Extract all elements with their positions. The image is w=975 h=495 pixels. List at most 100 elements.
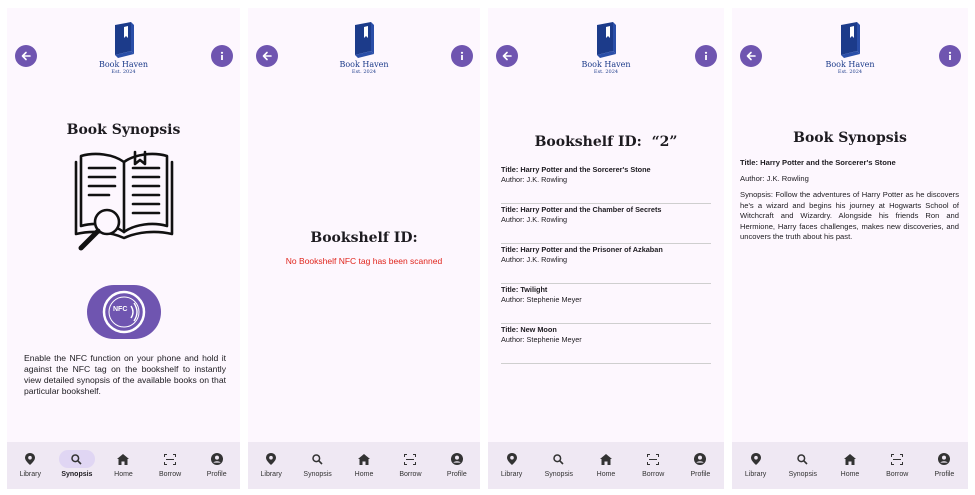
nav-profile-label: Profile <box>690 471 711 478</box>
bottom-nav: Library Synopsis Home Borrow Profile <box>248 442 480 489</box>
brand-established: Est. 2024 <box>593 69 619 75</box>
nav-borrow-label: Borrow <box>886 471 909 478</box>
bottom-nav: Library Synopsis Home Borrow Profile <box>732 442 968 489</box>
brand-name: Book Haven <box>98 60 149 69</box>
nav-library[interactable]: Library <box>732 442 779 489</box>
nfc-instructions: Enable the NFC function on your phone an… <box>24 353 226 396</box>
book-title: Title: Harry Potter and the Prisoner of … <box>501 245 663 254</box>
info-icon <box>460 51 464 60</box>
nfc-label: NFC <box>113 306 128 313</box>
app-logo: Book Haven Est. 2024 <box>334 21 394 75</box>
nav-synopsis[interactable]: Synopsis <box>535 442 582 489</box>
back-button[interactable] <box>740 45 762 67</box>
info-button[interactable] <box>939 45 961 67</box>
nav-home-label: Home <box>840 471 860 478</box>
nav-library-label: Library <box>744 471 767 478</box>
back-button[interactable] <box>15 45 37 67</box>
app-logo: Book Haven Est. 2024 <box>820 21 880 75</box>
book-title: Title: New Moon <box>501 325 557 334</box>
nav-library[interactable]: Library <box>488 442 535 489</box>
scan-icon <box>164 453 177 465</box>
arrow-left-icon <box>262 51 272 61</box>
nav-profile-label: Profile <box>206 471 227 478</box>
location-pin-icon <box>506 453 517 465</box>
page-title: Bookshelf ID: <box>310 230 418 246</box>
nav-synopsis-label: Synopsis <box>788 471 817 478</box>
nav-home[interactable]: Home <box>826 442 873 489</box>
synopsis-nfc-screen: Book Haven Est. 2024 Book Synopsis NFC E… <box>7 8 240 489</box>
brand-name: Book Haven <box>581 60 631 69</box>
nav-home[interactable]: Home <box>341 442 387 489</box>
home-icon <box>358 453 371 465</box>
home-icon <box>117 453 130 465</box>
book-logo-icon <box>597 22 616 58</box>
nav-borrow[interactable]: Borrow <box>630 442 677 489</box>
nav-profile-label: Profile <box>446 471 467 478</box>
arrow-left-icon <box>746 51 756 61</box>
info-button[interactable] <box>695 45 717 67</box>
book-title: Title: Harry Potter and the Chamber of S… <box>501 205 662 214</box>
nav-synopsis[interactable]: Synopsis <box>294 442 340 489</box>
nav-library[interactable]: Library <box>248 442 294 489</box>
nav-library-label: Library <box>260 471 282 478</box>
book-logo-icon <box>114 22 134 58</box>
book-author: Author: Stephenie Meyer <box>501 335 582 344</box>
account-circle-icon <box>450 453 463 465</box>
book-author: Author: J.K. Rowling <box>740 173 809 183</box>
nav-borrow[interactable]: Borrow <box>147 442 194 489</box>
scan-icon <box>647 453 660 465</box>
nav-borrow-label: Borrow <box>399 471 422 478</box>
account-circle-icon <box>938 453 951 465</box>
synopsis-content: Title: Harry Potter and the Sorcerer's S… <box>740 158 959 243</box>
page-title: Book Synopsis <box>793 130 907 146</box>
info-button[interactable] <box>211 45 233 67</box>
bottom-nav: Library Synopsis Home Borrow Profile <box>488 442 724 489</box>
list-item[interactable]: Title: Harry Potter and the Prisoner of … <box>501 244 711 284</box>
nav-home-label: Home <box>114 471 133 478</box>
book-author: Author: J.K. Rowling <box>501 255 568 264</box>
nav-profile[interactable]: Profile <box>677 442 724 489</box>
page-title: Bookshelf ID: “2” <box>534 134 678 150</box>
account-circle-icon <box>694 453 707 465</box>
nav-profile[interactable]: Profile <box>193 442 240 489</box>
info-icon <box>948 51 952 60</box>
nav-home[interactable]: Home <box>582 442 629 489</box>
nav-borrow[interactable]: Borrow <box>874 442 921 489</box>
info-button[interactable] <box>451 45 473 67</box>
nav-borrow[interactable]: Borrow <box>387 442 433 489</box>
app-logo: Book Haven Est. 2024 <box>94 21 154 75</box>
nav-library[interactable]: Library <box>7 442 54 489</box>
scan-icon <box>891 453 904 465</box>
nav-borrow-label: Borrow <box>158 471 182 478</box>
nav-library-label: Library <box>500 471 523 478</box>
nav-synopsis[interactable]: Synopsis <box>54 442 101 489</box>
nav-synopsis-label: Synopsis <box>61 471 93 478</box>
back-button[interactable] <box>256 45 278 67</box>
list-item[interactable]: Title: Twilight Author: Stephenie Meyer <box>501 284 711 324</box>
brand-name: Book Haven <box>825 60 875 69</box>
nfc-scan-button[interactable]: NFC <box>87 285 161 339</box>
nav-profile[interactable]: Profile <box>921 442 968 489</box>
list-item[interactable]: Title: Harry Potter and the Sorcerer's S… <box>501 164 711 204</box>
book-author: Author: J.K. Rowling <box>501 175 568 184</box>
search-icon <box>312 453 323 465</box>
back-button[interactable] <box>496 45 518 67</box>
nav-profile[interactable]: Profile <box>434 442 480 489</box>
error-message: No Bookshelf NFC tag has been scanned <box>285 256 443 266</box>
account-circle-icon <box>210 453 223 465</box>
list-item[interactable]: Title: New Moon Author: Stephenie Meyer <box>501 324 711 364</box>
brand-name: Book Haven <box>339 60 389 69</box>
search-icon <box>71 453 82 465</box>
nav-synopsis[interactable]: Synopsis <box>779 442 826 489</box>
search-icon <box>553 453 564 465</box>
bookshelf-empty-screen: Book Haven Est. 2024 Bookshelf ID: No Bo… <box>248 8 480 489</box>
book-logo-icon <box>841 22 860 58</box>
nav-library-label: Library <box>19 471 41 478</box>
open-book-magnifier-icon <box>74 150 174 251</box>
book-logo-icon <box>355 22 374 58</box>
book-title: Title: Twilight <box>501 285 548 294</box>
list-item[interactable]: Title: Harry Potter and the Chamber of S… <box>501 204 711 244</box>
app-logo: Book Haven Est. 2024 <box>576 21 636 75</box>
nav-home[interactable]: Home <box>100 442 147 489</box>
location-pin-icon <box>750 453 761 465</box>
